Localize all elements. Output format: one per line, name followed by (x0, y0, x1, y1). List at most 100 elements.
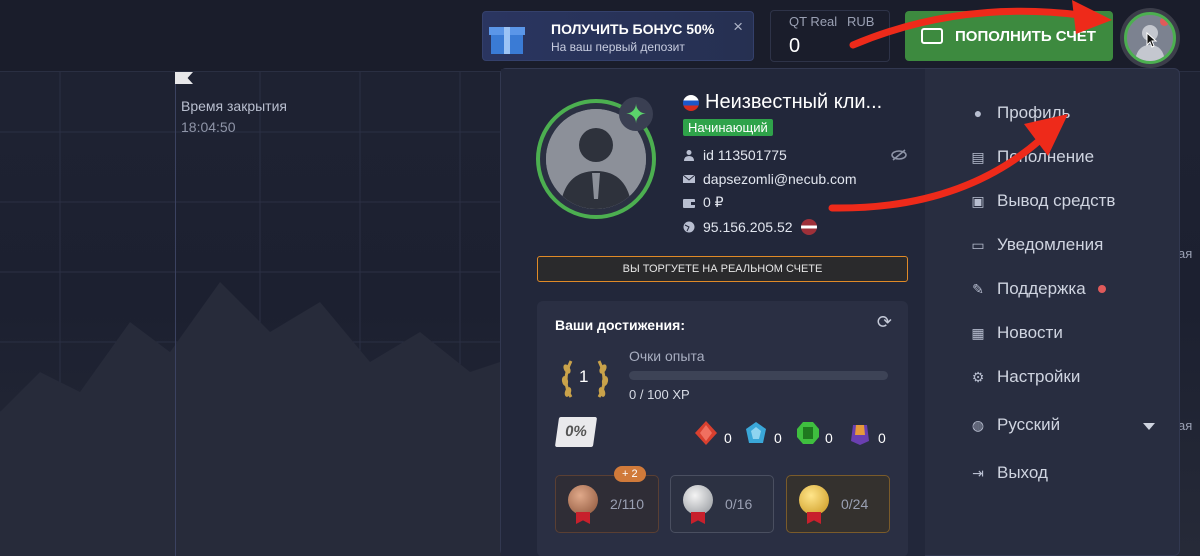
level-number: 1 (579, 367, 589, 386)
chart-grid (0, 72, 500, 556)
account-mode: QT Real (789, 14, 838, 29)
user-ip: 95.156.205.52 (703, 219, 793, 235)
menu-item-label: Новости (997, 323, 1063, 342)
menu-item-withdraw[interactable]: ▣ Вывод средств (969, 191, 1169, 211)
account-currency: RUB (847, 14, 875, 29)
xp-label: Очки опыта (629, 348, 705, 364)
user-icon: ● (973, 105, 983, 121)
deposit-button-label: ПОПОЛНИТЬ СЧЁТ (955, 27, 1096, 45)
silver-medal-count: 0/16 (725, 496, 753, 512)
gold-medal-icon (799, 485, 829, 515)
mouse-cursor-icon (1146, 32, 1158, 48)
bronze-medal-count: 2/110 (610, 496, 644, 512)
green-gem-icon (797, 422, 819, 444)
menu-item-notifications[interactable]: ▭ Уведомления (969, 235, 1169, 255)
deposit-button[interactable]: ПОПОЛНИТЬ СЧЁТ (905, 11, 1113, 61)
menu-item-support[interactable]: ✎ Поддержка (969, 279, 1169, 299)
red-gem-count: 0 (724, 430, 732, 446)
bonus-subtitle: На ваш первый депозит (551, 40, 685, 54)
gift-icon (489, 27, 525, 54)
notification-dot (1160, 17, 1169, 26)
ribbon-icon (576, 512, 590, 524)
email-row: dapsezomli@necub.com (683, 171, 857, 187)
silver-medal-box[interactable]: 0/16 (670, 475, 774, 533)
purple-gem-count: 0 (878, 430, 886, 446)
plus-badge: + 2 (614, 466, 646, 482)
bronze-medal-box[interactable]: + 2 2/110 (555, 466, 659, 533)
profile-dropdown: ✦ Неизвестный кли... Начинающий id 11350… (500, 68, 1180, 556)
user-id-row: id 113501775 (683, 147, 787, 163)
purple-gem-icon (851, 425, 869, 445)
menu-item-label: Поддержка (997, 279, 1086, 298)
bonus-title: ПОЛУЧИТЬ БОНУС 50% (551, 21, 715, 37)
menu-item-news[interactable]: ▦ Новости (969, 323, 1169, 343)
gear-icon: ⚙ (971, 368, 985, 385)
chevron-down-icon (1143, 423, 1155, 430)
logout-icon: ⇥ (972, 464, 984, 481)
menu-item-profile[interactable]: ● Профиль (969, 103, 1169, 123)
globe-icon (683, 221, 695, 233)
achievements-panel: Ваши достижения: ⟳ 1 Очки опыта 0 / 100 … (537, 301, 908, 556)
silver-medal-icon (683, 485, 713, 515)
xp-value: 0 / 100 XP (629, 387, 690, 402)
account-balance: 0 (789, 35, 801, 57)
achievements-title: Ваши достижения: (555, 317, 685, 333)
ribbon-icon (807, 512, 821, 524)
close-time-value: 18:04:50 (181, 119, 236, 135)
eye-off-icon[interactable] (891, 149, 907, 161)
user-icon (684, 150, 694, 161)
inbox-icon: ▭ (971, 236, 985, 253)
bronze-medal-icon (568, 485, 598, 515)
ip-row: 95.156.205.52 (683, 219, 817, 235)
red-gem-icon (695, 421, 717, 445)
news-icon: ▦ (971, 324, 985, 341)
bonus-banner[interactable]: ПОЛУЧИТЬ БОНУС 50% На ваш первый депозит… (482, 11, 754, 61)
menu-item-label: Вывод средств (997, 191, 1116, 210)
support-icon: ✎ (972, 280, 984, 297)
menu-item-label: Профиль (997, 103, 1071, 122)
menu-item-label: Настройки (997, 367, 1081, 386)
wallet-icon (683, 198, 695, 208)
user-email: dapsezomli@necub.com (703, 171, 857, 187)
level-badge: Начинающий (683, 119, 773, 136)
russia-flag-icon (683, 94, 699, 111)
ribbon-icon (691, 512, 705, 524)
wallet-icon (921, 28, 943, 44)
profile-panel: ✦ Неизвестный кли... Начинающий id 11350… (501, 69, 925, 556)
close-icon[interactable]: × (733, 17, 743, 37)
green-gem-count: 0 (825, 430, 833, 446)
blue-gem-icon (746, 422, 766, 443)
blue-gem-count: 0 (774, 430, 782, 446)
user-name: Неизвестный кли... (683, 91, 882, 114)
menu-item-settings[interactable]: ⚙ Настройки (969, 367, 1169, 387)
menu-item-label: Пополнение (997, 147, 1095, 166)
refresh-icon[interactable]: ⟳ (877, 312, 892, 333)
close-time-label: Время закрытия (181, 98, 287, 114)
menu-item-logout[interactable]: ⇥ Выход (969, 463, 1169, 483)
real-account-notice: ВЫ ТОРГУЕТЕ НА РЕАЛЬНОМ СЧЕТЕ (537, 256, 908, 282)
account-balance-selector[interactable]: QT Real RUB 0 (770, 10, 890, 62)
globe-icon: ◍ (971, 416, 985, 433)
gold-medal-box[interactable]: 0/24 (786, 475, 890, 533)
discount-badge: 0% (554, 417, 598, 447)
latvia-flag-icon (800, 219, 817, 235)
menu-item-label: Русский (997, 415, 1061, 434)
user-balance: 0 ₽ (703, 194, 724, 210)
xp-progress-bar (629, 371, 888, 380)
side-text: ая (1178, 246, 1193, 261)
deposit-icon: ▤ (971, 148, 985, 165)
user-name-text: Неизвестный кли... (705, 91, 883, 113)
withdraw-icon: ▣ (971, 192, 985, 209)
menu-item-language[interactable]: ◍ Русский (969, 415, 1169, 435)
menu-item-label: Выход (997, 463, 1048, 482)
notification-dot (1097, 285, 1106, 293)
gold-medal-count: 0/24 (841, 496, 869, 512)
side-text: ая (1178, 418, 1193, 433)
add-avatar-icon[interactable]: ✦ (619, 97, 653, 131)
balance-row: 0 ₽ (683, 194, 724, 211)
menu-item-deposit[interactable]: ▤ Пополнение (969, 147, 1169, 167)
menu-item-label: Уведомления (997, 235, 1104, 254)
user-id: id 113501775 (703, 147, 787, 163)
mail-icon (683, 174, 695, 183)
deadline-line (175, 72, 176, 556)
